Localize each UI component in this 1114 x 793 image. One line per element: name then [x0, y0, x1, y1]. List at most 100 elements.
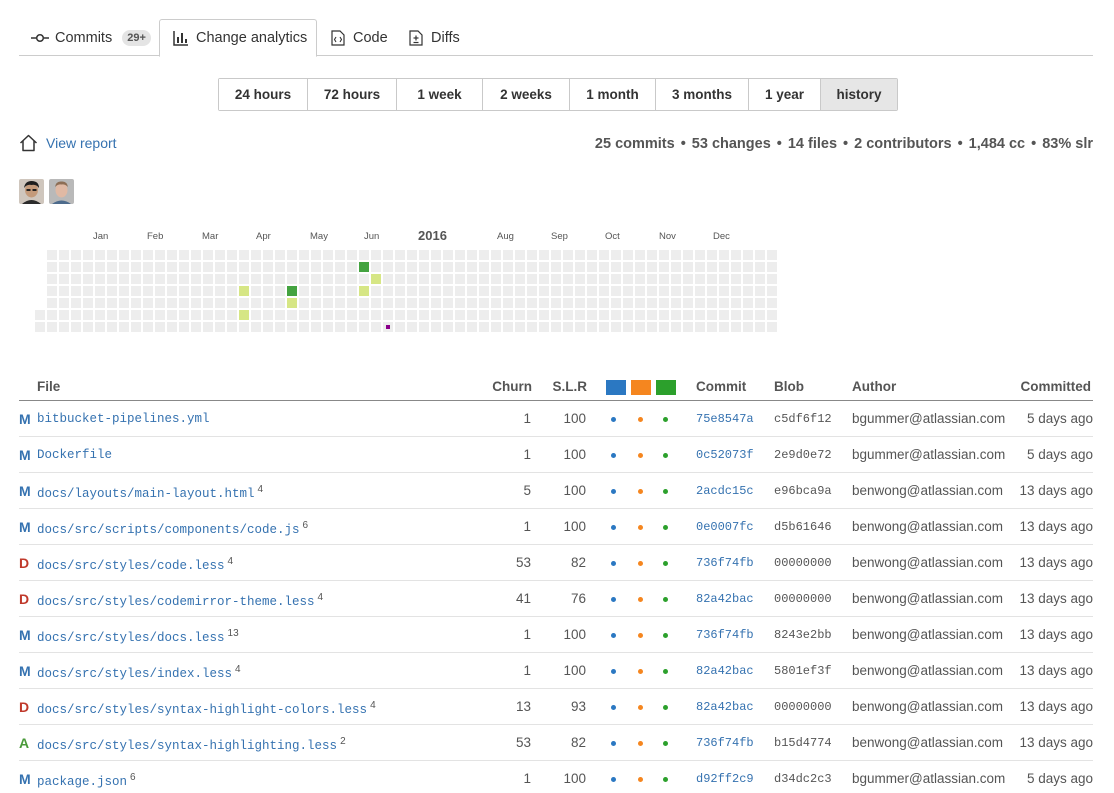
- heatmap-day-cell[interactable]: [143, 310, 153, 320]
- heatmap-day-cell[interactable]: [575, 250, 585, 260]
- heatmap-day-cell[interactable]: [131, 274, 141, 284]
- heatmap-day-cell[interactable]: [743, 286, 753, 296]
- heatmap-day-cell[interactable]: [707, 298, 717, 308]
- heatmap-day-cell[interactable]: [407, 286, 417, 296]
- heatmap-day-cell[interactable]: [695, 298, 705, 308]
- heatmap-day-cell[interactable]: [443, 322, 453, 332]
- heatmap-day-cell[interactable]: [539, 310, 549, 320]
- heatmap-day-cell[interactable]: [311, 262, 321, 272]
- heatmap-day-cell[interactable]: [395, 322, 405, 332]
- heatmap-day-cell[interactable]: [491, 262, 501, 272]
- heatmap-day-cell[interactable]: [587, 250, 597, 260]
- heatmap-day-cell[interactable]: [419, 310, 429, 320]
- heatmap-day-cell[interactable]: [167, 274, 177, 284]
- heatmap-day-cell[interactable]: [767, 274, 777, 284]
- heatmap-day-cell[interactable]: [719, 286, 729, 296]
- heatmap-day-cell[interactable]: [119, 310, 129, 320]
- heatmap-day-cell[interactable]: [611, 298, 621, 308]
- heatmap-day-cell[interactable]: [323, 298, 333, 308]
- commit-hash-link[interactable]: 82a42bac: [696, 592, 754, 606]
- heatmap-day-cell[interactable]: [239, 322, 249, 332]
- heatmap-day-cell[interactable]: [683, 310, 693, 320]
- heatmap-day-cell[interactable]: [47, 310, 57, 320]
- commit-hash-link[interactable]: 736f74fb: [696, 556, 754, 570]
- range-24-hours[interactable]: 24 hours: [219, 79, 308, 110]
- heatmap-day-cell[interactable]: [239, 310, 249, 320]
- heatmap-day-cell[interactable]: [47, 250, 57, 260]
- heatmap-day-cell[interactable]: [419, 250, 429, 260]
- heatmap-day-cell[interactable]: [383, 250, 393, 260]
- heatmap-day-cell[interactable]: [323, 262, 333, 272]
- heatmap-day-cell[interactable]: [83, 298, 93, 308]
- heatmap-day-cell[interactable]: [455, 262, 465, 272]
- heatmap-day-cell[interactable]: [623, 286, 633, 296]
- heatmap-day-cell[interactable]: [347, 274, 357, 284]
- heatmap-day-cell[interactable]: [587, 322, 597, 332]
- heatmap-day-cell[interactable]: [143, 274, 153, 284]
- heatmap-day-cell[interactable]: [35, 322, 45, 332]
- heatmap-day-cell[interactable]: [575, 274, 585, 284]
- heatmap-day-cell[interactable]: [527, 298, 537, 308]
- heatmap-day-cell[interactable]: [767, 310, 777, 320]
- heatmap-day-cell[interactable]: [95, 322, 105, 332]
- heatmap-day-cell[interactable]: [455, 310, 465, 320]
- heatmap-day-cell[interactable]: [707, 262, 717, 272]
- heatmap-day-cell[interactable]: [191, 322, 201, 332]
- heatmap-day-cell[interactable]: [59, 322, 69, 332]
- heatmap-day-cell[interactable]: [287, 322, 297, 332]
- heatmap-day-cell[interactable]: [311, 298, 321, 308]
- heatmap-day-cell[interactable]: [431, 322, 441, 332]
- column-header-committed[interactable]: Committed: [1021, 379, 1092, 394]
- heatmap-day-cell[interactable]: [491, 286, 501, 296]
- heatmap-day-cell[interactable]: [119, 250, 129, 260]
- heatmap-day-cell[interactable]: [683, 250, 693, 260]
- heatmap-day-cell[interactable]: [503, 322, 513, 332]
- heatmap-day-cell[interactable]: [455, 322, 465, 332]
- heatmap-day-cell[interactable]: [71, 274, 81, 284]
- heatmap-day-cell[interactable]: [239, 298, 249, 308]
- heatmap-day-cell[interactable]: [335, 274, 345, 284]
- heatmap-day-cell[interactable]: [347, 286, 357, 296]
- heatmap-day-cell[interactable]: [143, 298, 153, 308]
- heatmap-day-cell[interactable]: [299, 286, 309, 296]
- heatmap-day-cell[interactable]: [107, 274, 117, 284]
- heatmap-day-cell[interactable]: [71, 286, 81, 296]
- heatmap-day-cell[interactable]: [659, 298, 669, 308]
- heatmap-day-cell[interactable]: [491, 250, 501, 260]
- heatmap-day-cell[interactable]: [191, 262, 201, 272]
- heatmap-day-cell[interactable]: [215, 250, 225, 260]
- heatmap-day-cell[interactable]: [419, 322, 429, 332]
- heatmap-day-cell[interactable]: [683, 322, 693, 332]
- heatmap-day-cell[interactable]: [119, 274, 129, 284]
- heatmap-day-cell[interactable]: [263, 262, 273, 272]
- heatmap-day-cell[interactable]: [203, 274, 213, 284]
- heatmap-day-cell[interactable]: [443, 274, 453, 284]
- heatmap-day-cell[interactable]: [335, 250, 345, 260]
- heatmap-day-cell[interactable]: [275, 310, 285, 320]
- heatmap-day-cell[interactable]: [371, 286, 381, 296]
- heatmap-day-cell[interactable]: [95, 250, 105, 260]
- heatmap-day-cell[interactable]: [767, 298, 777, 308]
- heatmap-day-cell[interactable]: [431, 286, 441, 296]
- heatmap-day-cell[interactable]: [431, 274, 441, 284]
- heatmap-day-cell[interactable]: [491, 322, 501, 332]
- heatmap-day-cell[interactable]: [407, 310, 417, 320]
- heatmap-day-cell[interactable]: [395, 250, 405, 260]
- heatmap-day-cell[interactable]: [527, 274, 537, 284]
- heatmap-day-cell[interactable]: [191, 250, 201, 260]
- heatmap-day-cell[interactable]: [599, 298, 609, 308]
- heatmap-day-cell[interactable]: [347, 250, 357, 260]
- heatmap-day-cell[interactable]: [179, 274, 189, 284]
- heatmap-day-cell[interactable]: [707, 310, 717, 320]
- heatmap-day-cell[interactable]: [323, 310, 333, 320]
- heatmap-day-cell[interactable]: [227, 286, 237, 296]
- heatmap-day-cell[interactable]: [263, 250, 273, 260]
- heatmap-day-cell[interactable]: [35, 310, 45, 320]
- heatmap-day-cell[interactable]: [731, 322, 741, 332]
- range-3-months[interactable]: 3 months: [656, 79, 749, 110]
- heatmap-day-cell[interactable]: [671, 262, 681, 272]
- heatmap-day-cell[interactable]: [371, 262, 381, 272]
- heatmap-day-cell[interactable]: [503, 274, 513, 284]
- heatmap-day-cell[interactable]: [299, 262, 309, 272]
- heatmap-day-cell[interactable]: [71, 250, 81, 260]
